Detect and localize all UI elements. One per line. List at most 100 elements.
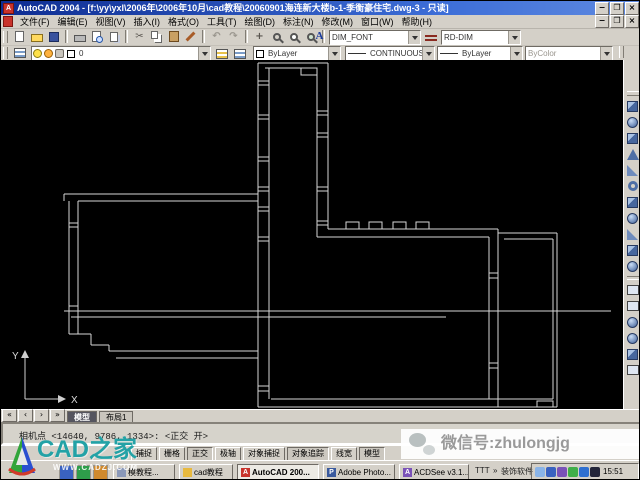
toolbar-grip[interactable] <box>627 91 639 96</box>
menu-item-8[interactable]: 修改(M) <box>318 17 358 27</box>
lineweight-dropdown-arrow[interactable] <box>510 47 522 60</box>
solids-revolve-icon[interactable] <box>625 210 640 226</box>
desk-toolbar-1[interactable]: 装饰软件 <box>501 466 533 477</box>
solids-extrude-icon[interactable] <box>625 194 640 210</box>
minimize-button[interactable]: − <box>595 2 609 15</box>
color-dropdown-arrow[interactable] <box>328 47 340 60</box>
text-style-icon[interactable]: A <box>311 29 328 44</box>
autocad-app-icon[interactable]: A <box>3 3 14 14</box>
solids-interfere-icon[interactable] <box>625 258 640 274</box>
layer-freeze-icon[interactable] <box>44 49 53 58</box>
tray-icon-3[interactable] <box>568 467 578 477</box>
menu-item-5[interactable]: 工具(T) <box>203 17 241 27</box>
tab-nav-button-0[interactable]: « <box>2 409 17 422</box>
scene-icon[interactable] <box>625 298 640 314</box>
copy-button[interactable] <box>148 29 165 44</box>
tray-icon-4[interactable] <box>579 467 589 477</box>
open-button[interactable] <box>28 29 45 44</box>
solids-sphere-icon[interactable] <box>625 114 640 130</box>
tray-icon-5[interactable] <box>590 467 600 477</box>
menu-item-2[interactable]: 视图(V) <box>92 17 130 27</box>
plot-style-dropdown-arrow[interactable] <box>600 47 612 60</box>
menu-item-10[interactable]: 帮助(H) <box>398 17 437 27</box>
status-toggle-5[interactable]: 对象追踪 <box>287 447 329 461</box>
close-button[interactable]: × <box>625 2 639 15</box>
linetype-dropdown-arrow[interactable] <box>422 47 434 60</box>
document-icon[interactable] <box>3 16 13 27</box>
taskbar-clock[interactable]: 15:51 <box>603 467 623 476</box>
solids-torus-icon[interactable] <box>625 178 640 194</box>
status-toggle-7[interactable]: 模型 <box>359 447 385 461</box>
status-toggle-3[interactable]: 极轴 <box>215 447 241 461</box>
toolbar-grip[interactable] <box>619 46 624 58</box>
lineweight-dropdown[interactable]: ByLayer <box>437 46 523 61</box>
solids-cone-icon[interactable] <box>625 146 640 162</box>
menu-item-6[interactable]: 绘图(D) <box>241 17 280 27</box>
layer-on-icon[interactable] <box>33 49 42 58</box>
taskbar-button-autocad[interactable]: AAutoCAD 200... <box>237 464 319 480</box>
solids-slice-icon[interactable] <box>625 226 640 242</box>
tab-nav-button-3[interactable]: » <box>50 409 65 422</box>
mapping-icon[interactable] <box>625 346 640 362</box>
layer-manager-button[interactable] <box>11 45 28 60</box>
text-style-dropdown[interactable]: DIM_FONT <box>329 30 421 45</box>
doc-restore-button[interactable]: ❐ <box>610 15 624 28</box>
tab-nav-button-1[interactable]: ‹ <box>18 409 33 422</box>
dim-style-dropdown-arrow[interactable] <box>508 31 520 44</box>
tray-icon-2[interactable] <box>557 467 567 477</box>
color-dropdown[interactable]: ByLayer <box>253 46 341 61</box>
make-object-layer-button[interactable] <box>213 46 230 61</box>
menu-item-7[interactable]: 标注(N) <box>279 17 318 27</box>
linetype-dropdown[interactable]: CONTINUOUS <box>345 46 435 61</box>
solids-cylinder-icon[interactable] <box>625 130 640 146</box>
text-style-dropdown-arrow[interactable] <box>408 31 420 44</box>
desk-toolbar-0[interactable]: TTT <box>475 466 490 475</box>
tray-icon-0[interactable] <box>535 467 545 477</box>
save-button[interactable] <box>45 29 62 44</box>
drawing-canvas[interactable]: XY <box>1 60 623 409</box>
menu-item-9[interactable]: 窗口(W) <box>357 17 398 27</box>
status-toggle-1[interactable]: 栅格 <box>159 447 185 461</box>
status-toggle-4[interactable]: 对象捕捉 <box>243 447 285 461</box>
publish-button[interactable] <box>105 29 122 44</box>
solids-section-icon[interactable] <box>625 242 640 258</box>
tray-icon-1[interactable] <box>546 467 556 477</box>
chevron-icon[interactable]: » <box>493 466 497 475</box>
taskbar-button-photoshop[interactable]: PAdobe Photo... <box>323 464 395 480</box>
toolbar-grip[interactable] <box>3 47 8 59</box>
menu-item-4[interactable]: 格式(O) <box>164 17 203 27</box>
status-toggle-6[interactable]: 线宽 <box>331 447 357 461</box>
undo-button[interactable]: ↶ <box>208 29 225 44</box>
zoom-window-button[interactable] <box>285 29 302 44</box>
redo-button[interactable]: ↷ <box>225 29 242 44</box>
taskbar-button-folder[interactable]: cad教程 <box>179 464 233 480</box>
match-properties-button[interactable] <box>182 29 199 44</box>
dim-style-icon[interactable] <box>422 29 439 44</box>
zoom-realtime-button[interactable] <box>268 29 285 44</box>
taskbar-button-acdsee[interactable]: AACDSee v3.1... <box>399 464 469 480</box>
plot-button[interactable] <box>71 29 88 44</box>
doc-close-button[interactable]: × <box>625 15 639 28</box>
status-toggle-2[interactable]: 正交 <box>187 447 213 461</box>
menu-item-3[interactable]: 插入(I) <box>130 17 165 27</box>
dim-style-dropdown[interactable]: RD-DIM <box>441 30 521 45</box>
render-icon[interactable] <box>625 282 640 298</box>
menu-item-1[interactable]: 编辑(E) <box>54 17 92 27</box>
paste-button[interactable] <box>165 29 182 44</box>
light-icon[interactable] <box>625 314 640 330</box>
solids-box-icon[interactable] <box>625 98 640 114</box>
plot-preview-button[interactable] <box>88 29 105 44</box>
background-icon[interactable] <box>625 362 640 378</box>
menu-item-0[interactable]: 文件(F) <box>16 17 54 27</box>
tab-nav-button-2[interactable]: › <box>34 409 49 422</box>
layer-dropdown-arrow[interactable] <box>198 47 210 60</box>
layer-lock-icon[interactable] <box>55 49 64 58</box>
pan-button[interactable]: + <box>251 29 268 44</box>
toolbar-grip[interactable] <box>3 31 8 43</box>
doc-minimize-button[interactable]: − <box>595 15 609 28</box>
new-button[interactable] <box>11 29 28 44</box>
layer-dropdown[interactable]: 0 <box>31 46 211 61</box>
cut-button[interactable]: ✂ <box>131 29 148 44</box>
solids-wedge-icon[interactable] <box>625 162 640 178</box>
plot-style-dropdown[interactable]: ByColor <box>525 46 613 61</box>
